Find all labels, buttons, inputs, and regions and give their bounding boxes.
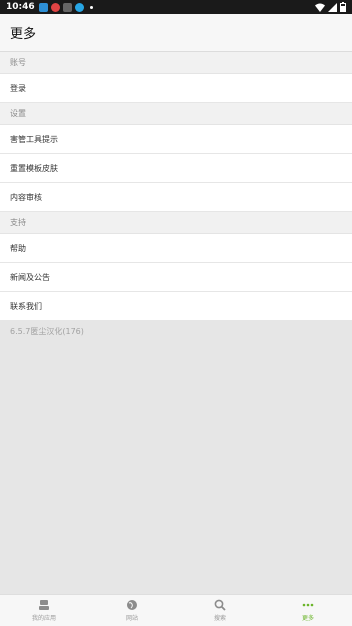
download-notification-icon xyxy=(74,2,84,12)
status-time: 10:46 xyxy=(6,2,35,12)
content-review-item[interactable]: 内容审核 xyxy=(0,183,352,212)
signal-icon xyxy=(328,2,337,12)
tool-tips-item[interactable]: 害管工具提示 xyxy=(0,125,352,154)
app-notification-icon xyxy=(50,2,60,12)
section-header-settings: 设置 xyxy=(0,103,352,125)
more-icon xyxy=(302,603,314,607)
section-header-support: 支持 xyxy=(0,212,352,234)
tab-label: 更多 xyxy=(301,615,314,622)
tab-my-apps[interactable]: 我的应用 xyxy=(0,595,88,626)
battery-icon xyxy=(340,2,346,12)
tab-label: 网站 xyxy=(125,615,138,622)
settings-list: 账号 登录 设置 害管工具提示 重置模板皮肤 内容审核 支持 帮助 新闻及公告 … xyxy=(0,52,352,321)
page-title: 更多 xyxy=(10,27,37,42)
gallery-notification-icon xyxy=(38,2,48,12)
tab-label: 我的应用 xyxy=(31,615,56,622)
login-item[interactable]: 登录 xyxy=(0,74,352,103)
contact-us-item[interactable]: 联系我们 xyxy=(0,292,352,321)
tab-more[interactable]: 更多 xyxy=(264,595,352,626)
help-item[interactable]: 帮助 xyxy=(0,234,352,263)
search-icon xyxy=(214,599,226,611)
app-bar: 更多 xyxy=(0,14,352,52)
version-label: 6.5.7匿尘汉化(176) xyxy=(10,327,84,336)
wifi-icon xyxy=(315,3,325,12)
bottom-navigation: 我的应用 网站 搜索 更多 xyxy=(0,594,352,626)
tab-websites[interactable]: 网站 xyxy=(88,595,176,626)
image-notification-icon xyxy=(62,2,72,12)
tab-label: 搜索 xyxy=(213,615,226,622)
news-announcements-item[interactable]: 新闻及公告 xyxy=(0,263,352,292)
tab-search[interactable]: 搜索 xyxy=(176,595,264,626)
section-header-account: 账号 xyxy=(0,52,352,74)
reset-template-skin-item[interactable]: 重置模板皮肤 xyxy=(0,154,352,183)
more-notifications-dot-icon xyxy=(89,5,93,9)
status-bar: 10:46 xyxy=(0,0,352,14)
apps-icon xyxy=(39,600,49,610)
globe-icon xyxy=(127,600,137,610)
